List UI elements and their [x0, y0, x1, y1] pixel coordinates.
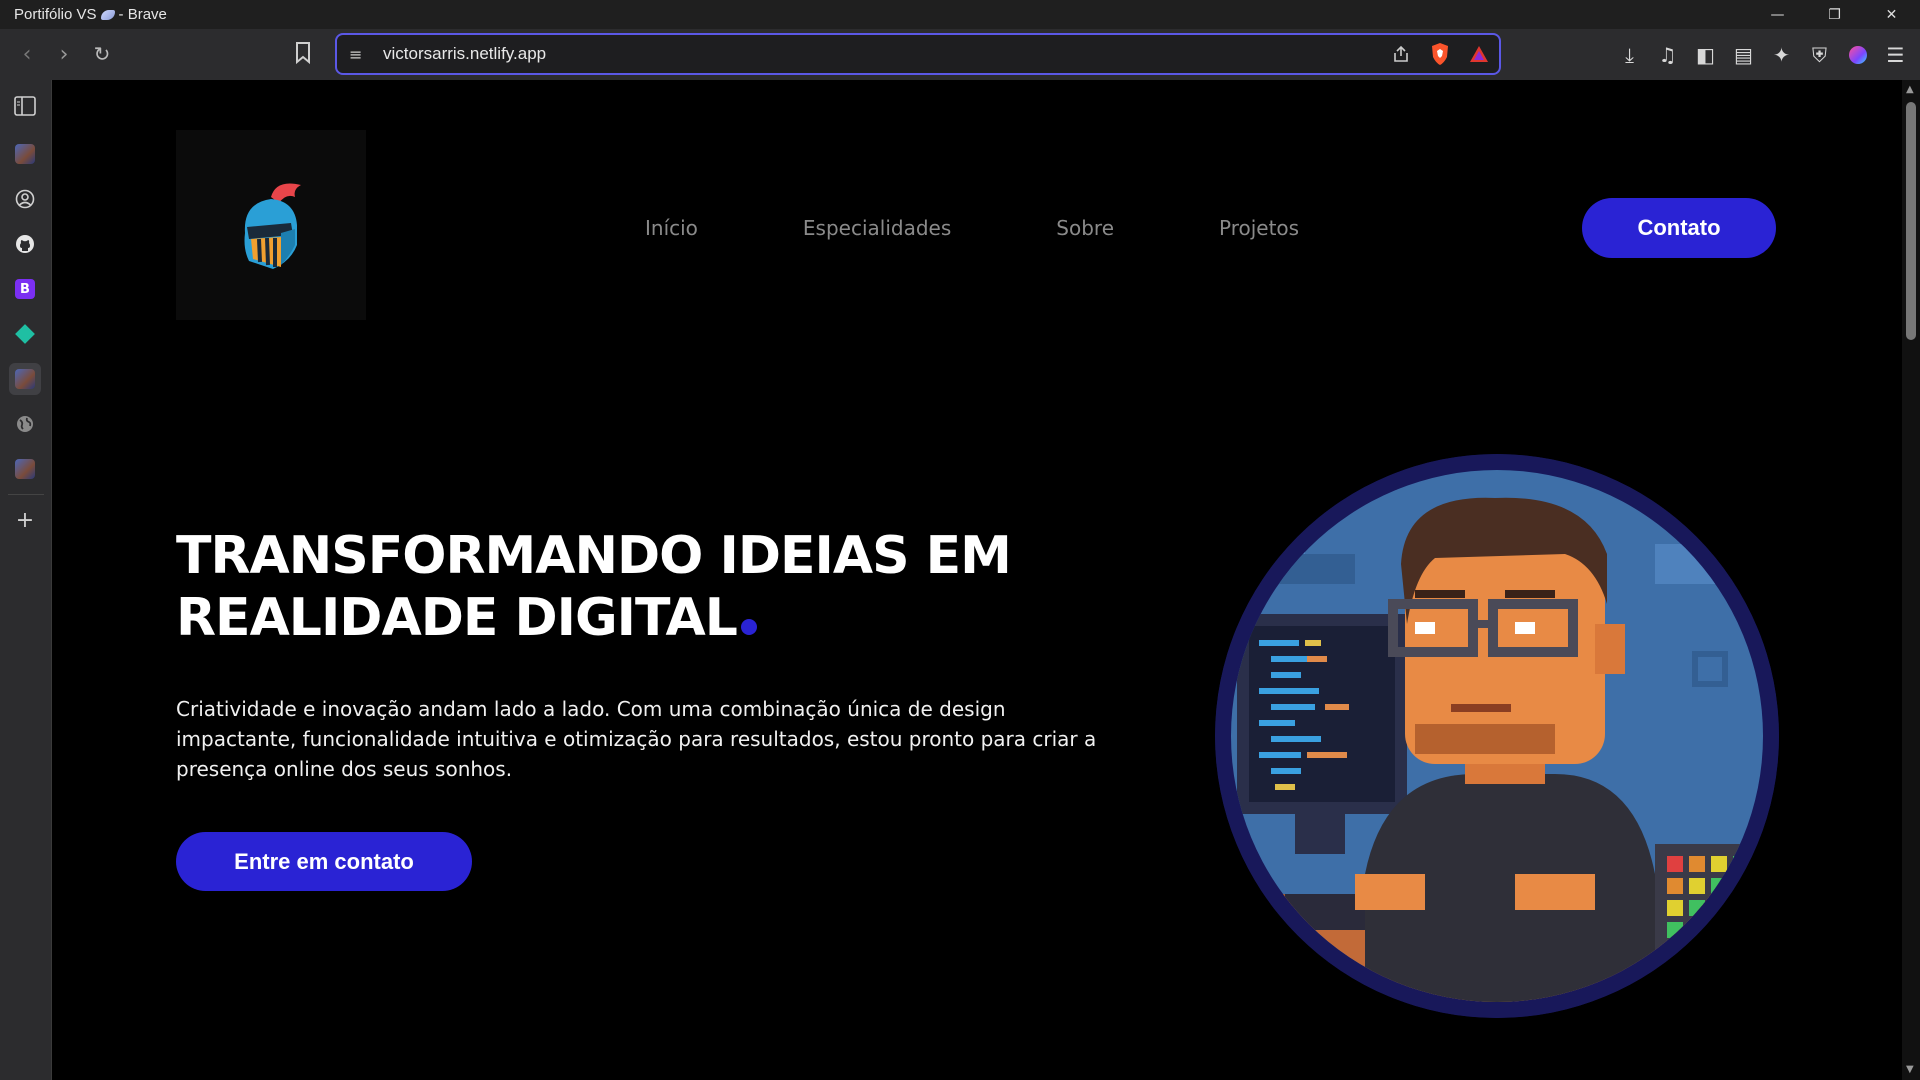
add-icon[interactable]: +: [9, 504, 41, 536]
scroll-up-icon[interactable]: ▲: [1906, 84, 1914, 95]
get-in-touch-button[interactable]: Entre em contato: [176, 832, 472, 891]
wallet-icon[interactable]: ▤: [1731, 42, 1756, 67]
nav-link-sobre[interactable]: Sobre: [1056, 216, 1114, 240]
media-icon[interactable]: ♫: [1655, 42, 1680, 67]
browser-toolbar: ‹ › ↻ ≡ victorsarris.netlify.app ⤓ ♫ ◧ ▤: [0, 29, 1920, 80]
sidebar-toggle-icon[interactable]: ◧: [1693, 42, 1718, 67]
feather-emoji-icon: [100, 10, 115, 21]
site-avatar-icon[interactable]: [9, 453, 41, 485]
pixel-art-portrait-image: [1215, 454, 1779, 1018]
site-logo[interactable]: [176, 130, 366, 320]
app-name: - Brave: [118, 6, 167, 23]
address-bar[interactable]: ≡ victorsarris.netlify.app: [335, 33, 1501, 75]
back-icon[interactable]: ‹: [9, 36, 45, 72]
nav-link-projetos[interactable]: Projetos: [1219, 216, 1299, 240]
forward-icon[interactable]: ›: [46, 36, 82, 72]
contact-button[interactable]: Contato: [1582, 198, 1776, 258]
toolbar-right-icons: ⤓ ♫ ◧ ▤ ✦ ⛨ ☰: [1617, 29, 1908, 80]
account-icon[interactable]: [9, 183, 41, 215]
vpn-icon[interactable]: ⛨: [1807, 42, 1832, 67]
nav-link-inicio[interactable]: Início: [645, 216, 698, 240]
sidebar-divider: [8, 494, 44, 495]
page-viewport: Início Especialidades Sobre Projetos Con…: [53, 80, 1902, 1080]
share-icon[interactable]: [1391, 44, 1411, 64]
scrollbar-thumb[interactable]: [1906, 102, 1916, 340]
window-controls: — ❐ ✕: [1749, 0, 1920, 29]
hero-description: Criatividade e inovação andam lado a lad…: [176, 697, 1097, 781]
reload-icon[interactable]: ↻: [84, 36, 120, 72]
window-title: Portifólio VS - Brave: [0, 6, 167, 23]
site-avatar-icon[interactable]: [9, 363, 41, 395]
bookmark-icon[interactable]: [294, 41, 312, 65]
profile-avatar: [1215, 454, 1779, 1018]
globe-icon[interactable]: [9, 408, 41, 440]
tab-title: Portifólio VS: [14, 6, 97, 23]
hero-title: TRANSFORMANDO IDEIAS EM REALIDADE DIGITA…: [176, 525, 1012, 649]
knight-helmet-icon: [244, 183, 301, 269]
restore-icon[interactable]: ❐: [1806, 0, 1863, 29]
hero-title-line-2: REALIDADE DIGITAL: [176, 588, 738, 648]
nav-link-especialidades[interactable]: Especialidades: [803, 216, 951, 240]
sidebar-panel-icon[interactable]: [9, 90, 41, 122]
browser-sidebar: B +: [0, 80, 52, 1080]
url-text[interactable]: victorsarris.netlify.app: [383, 44, 546, 64]
address-bar-actions: [1391, 42, 1489, 66]
download-icon[interactable]: ⤓: [1617, 42, 1642, 67]
github-icon[interactable]: [9, 228, 41, 260]
site-settings-icon[interactable]: ≡: [349, 45, 362, 64]
window-titlebar: Portifólio VS - Brave — ❐ ✕: [0, 0, 1920, 29]
site-avatar-icon[interactable]: [9, 138, 41, 170]
scroll-down-icon[interactable]: ▼: [1906, 1064, 1914, 1075]
accent-dot: [740, 619, 757, 635]
main-nav: Início Especialidades Sobre Projetos: [645, 216, 1404, 240]
bootstrap-icon[interactable]: B: [9, 273, 41, 305]
menu-icon[interactable]: ☰: [1883, 42, 1908, 67]
close-icon[interactable]: ✕: [1863, 0, 1920, 29]
brave-rewards-icon[interactable]: [1469, 45, 1489, 63]
leo-ai-icon[interactable]: ✦: [1769, 42, 1794, 67]
profile-icon[interactable]: [1845, 42, 1870, 67]
hero-title-line-1: TRANSFORMANDO IDEIAS EM: [176, 526, 1012, 586]
minimize-icon[interactable]: —: [1749, 0, 1806, 29]
diamond-app-icon[interactable]: [9, 318, 41, 350]
page-scrollbar[interactable]: ▲ ▼: [1902, 80, 1920, 1080]
brave-shields-icon[interactable]: [1429, 42, 1451, 66]
